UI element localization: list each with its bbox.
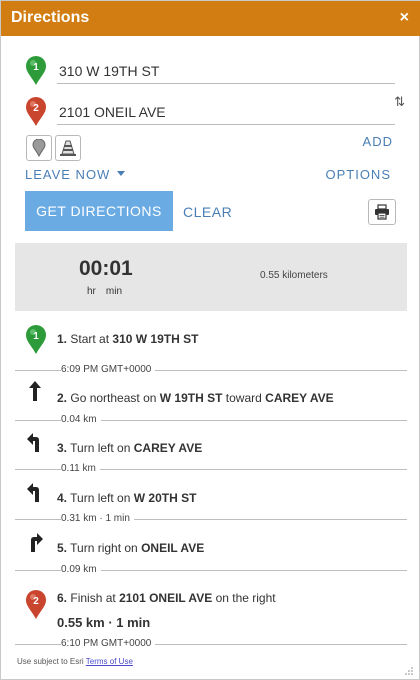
options-link[interactable]: OPTIONS	[325, 167, 391, 182]
stop-1-pin-icon: 1	[26, 56, 46, 85]
step-meta: 0.11 km	[61, 463, 100, 474]
finish-pin-icon: 2	[26, 590, 46, 619]
step-text: 3. Turn left on CAREY AVE	[57, 441, 203, 455]
finish-summary: 0.55 km · 1 min	[57, 615, 151, 630]
stop-2-pin-icon: 2	[26, 97, 46, 126]
add-stop-button[interactable]	[26, 135, 52, 161]
hours-label: hr	[87, 286, 96, 297]
location-pin-icon	[32, 139, 46, 157]
step-meta: 6:10 PM GMT+0000	[61, 638, 156, 649]
step-meta: 0.09 km	[61, 564, 101, 575]
turn-right-icon	[31, 533, 43, 552]
add-barrier-button[interactable]	[55, 135, 81, 161]
total-time: 00:01	[79, 257, 133, 280]
swap-stops-icon[interactable]: ⇅	[394, 94, 405, 110]
turn-left-icon	[27, 433, 39, 452]
step-meta: 0.31 km · 1 min	[61, 513, 134, 524]
add-stop-link[interactable]: ADD	[363, 134, 393, 149]
step-text: 2. Go northeast on W 19TH ST toward CARE…	[57, 391, 334, 405]
svg-text:1: 1	[33, 331, 39, 342]
window-title: Directions	[11, 9, 90, 26]
traffic-cone-icon	[60, 140, 76, 156]
straight-arrow-icon	[29, 381, 41, 401]
step-text: 6. Finish at 2101 ONEIL AVE on the right	[57, 591, 276, 605]
step-meta: 6:09 PM GMT+0000	[61, 364, 156, 375]
total-distance: 0.55 kilometers	[260, 270, 328, 281]
svg-text:2: 2	[33, 103, 39, 114]
time-units: hr min	[87, 286, 132, 297]
svg-text:1: 1	[33, 62, 39, 73]
terms-of-use-link[interactable]: Terms of Use	[86, 657, 133, 666]
clear-button[interactable]: CLEAR	[183, 204, 232, 220]
stop-1-input[interactable]	[57, 58, 395, 84]
title-bar: Directions ×	[1, 1, 420, 36]
close-icon[interactable]: ×	[400, 9, 409, 27]
route-summary: 00:01 hr min 0.55 kilometers	[15, 243, 407, 311]
resize-grip-icon[interactable]	[405, 667, 413, 675]
footer: Use subject to Esri Terms of Use	[17, 657, 133, 666]
leave-now-dropdown[interactable]: LEAVE NOW	[25, 167, 125, 182]
directions-panel: Directions × 1 2 ⇅ ADD LEAVE NOW OPTIONS…	[0, 0, 420, 680]
turn-left-icon	[27, 483, 39, 502]
step-text: 5. Turn right on ONEIL AVE	[57, 541, 205, 555]
caret-down-icon	[116, 171, 125, 177]
svg-text:2: 2	[33, 596, 39, 607]
step-text: 4. Turn left on W 20TH ST	[57, 491, 197, 505]
printer-icon	[375, 204, 389, 220]
get-directions-button[interactable]: GET DIRECTIONS	[25, 191, 173, 231]
step-text: 1. Start at 310 W 19TH ST	[57, 332, 199, 346]
leave-now-label: LEAVE NOW	[25, 167, 111, 182]
footer-text: Use subject to Esri	[17, 657, 84, 666]
print-button[interactable]	[368, 199, 396, 225]
start-pin-icon: 1	[26, 325, 46, 354]
step-meta: 0.04 km	[61, 414, 101, 425]
minutes-label: min	[105, 286, 123, 297]
stop-2-input[interactable]	[57, 99, 395, 125]
